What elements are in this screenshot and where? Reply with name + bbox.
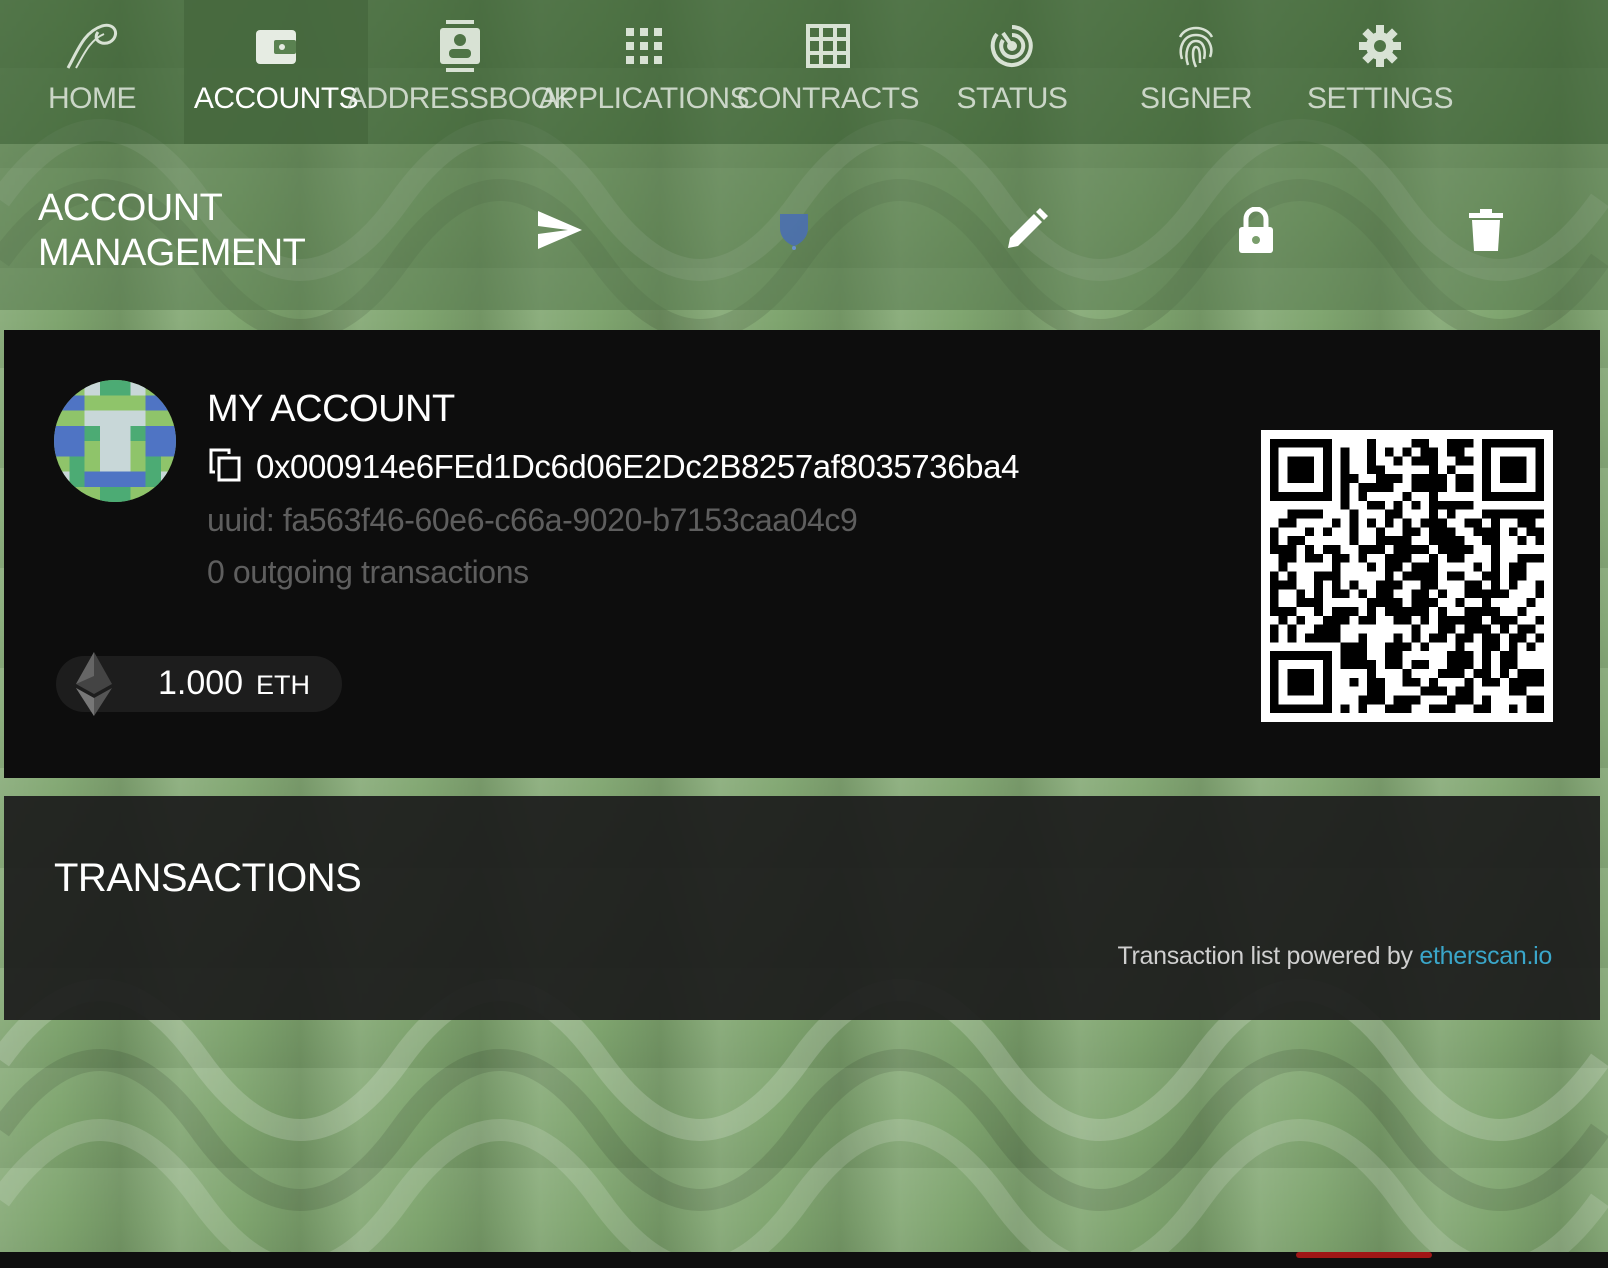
nav-accounts-label: ACCOUNTS <box>193 82 359 115</box>
account-name[interactable]: MY ACCOUNT <box>207 388 455 431</box>
verify-button[interactable] <box>764 200 824 260</box>
wallet-icon <box>246 20 306 72</box>
nav-addressbook[interactable]: ADDRESSBOOK <box>347 0 574 144</box>
account-uuid: uuid: fa563f46-60e6-c66a-9020-b7153caa04… <box>207 502 858 538</box>
apps-grid-icon <box>614 20 674 72</box>
contact-card-icon <box>430 20 490 72</box>
nav-accounts[interactable]: ACCOUNTS <box>184 0 368 144</box>
pencil-icon <box>1008 208 1048 248</box>
account-card: MY ACCOUNT 0x000914e6FEd1Dc6d06E2Dc2B825… <box>4 330 1600 778</box>
etherscan-link[interactable]: etherscan.io <box>1419 942 1552 970</box>
nav-signer[interactable]: SIGNER <box>1104 0 1288 144</box>
transactions-title: TRANSACTIONS <box>54 856 362 900</box>
status-dial-icon <box>982 20 1042 72</box>
powered-by-text: Transaction list powered by <box>1117 942 1420 970</box>
nav-contracts-label: CONTRACTS <box>736 82 920 115</box>
trash-icon <box>1469 209 1503 251</box>
top-navigation: HOME ACCOUNTS ADDRESSBOOK APPLICATIONS C… <box>0 0 1608 144</box>
send-icon <box>538 211 582 249</box>
lock-icon <box>1239 207 1273 253</box>
nav-home[interactable]: HOME <box>0 0 184 144</box>
fingerprint-icon <box>1166 20 1226 72</box>
nav-applications[interactable]: APPLICATIONS <box>539 0 750 144</box>
address-qr-code <box>1261 430 1553 722</box>
nav-contracts[interactable]: CONTRACTS <box>736 0 920 144</box>
bottom-indicator <box>1296 1252 1432 1258</box>
edit-button[interactable] <box>996 200 1056 260</box>
nav-home-label: HOME <box>48 82 137 115</box>
bottom-status-bar <box>0 1252 1608 1268</box>
send-button[interactable] <box>530 200 590 260</box>
transactions-panel: TRANSACTIONS Transaction list powered by… <box>4 796 1600 1020</box>
nav-status-label: STATUS <box>956 82 1068 115</box>
page-title: ACCOUNT MANAGEMENT <box>38 187 306 274</box>
table-grid-icon <box>798 20 858 72</box>
nav-applications-label: APPLICATIONS <box>538 82 750 115</box>
ethereum-icon <box>76 652 112 716</box>
outgoing-transactions-count: 0 outgoing transactions <box>207 554 529 590</box>
nav-settings-label: SETTINGS <box>1306 82 1454 115</box>
parity-logo-icon <box>62 20 122 72</box>
etherscan-attribution: Transaction list powered by etherscan.io <box>1117 942 1552 971</box>
balance-badge: 1.000 ETH <box>56 652 342 716</box>
balance-unit: ETH <box>256 670 310 700</box>
nav-settings[interactable]: SETTINGS <box>1288 0 1472 144</box>
balance-value: 1.000 <box>158 664 244 702</box>
account-management-bar: ACCOUNT MANAGEMENT <box>0 144 1608 310</box>
shield-icon <box>780 214 808 250</box>
gear-icon <box>1350 20 1410 72</box>
account-address: 0x000914e6FEd1Dc6d06E2Dc2B8257af8035736b… <box>256 448 1020 485</box>
delete-button[interactable] <box>1456 200 1516 260</box>
account-identicon <box>54 380 176 502</box>
nav-status[interactable]: STATUS <box>920 0 1104 144</box>
copy-address-icon[interactable] <box>209 448 241 482</box>
nav-signer-label: SIGNER <box>1139 82 1253 115</box>
lock-button[interactable] <box>1226 200 1286 260</box>
